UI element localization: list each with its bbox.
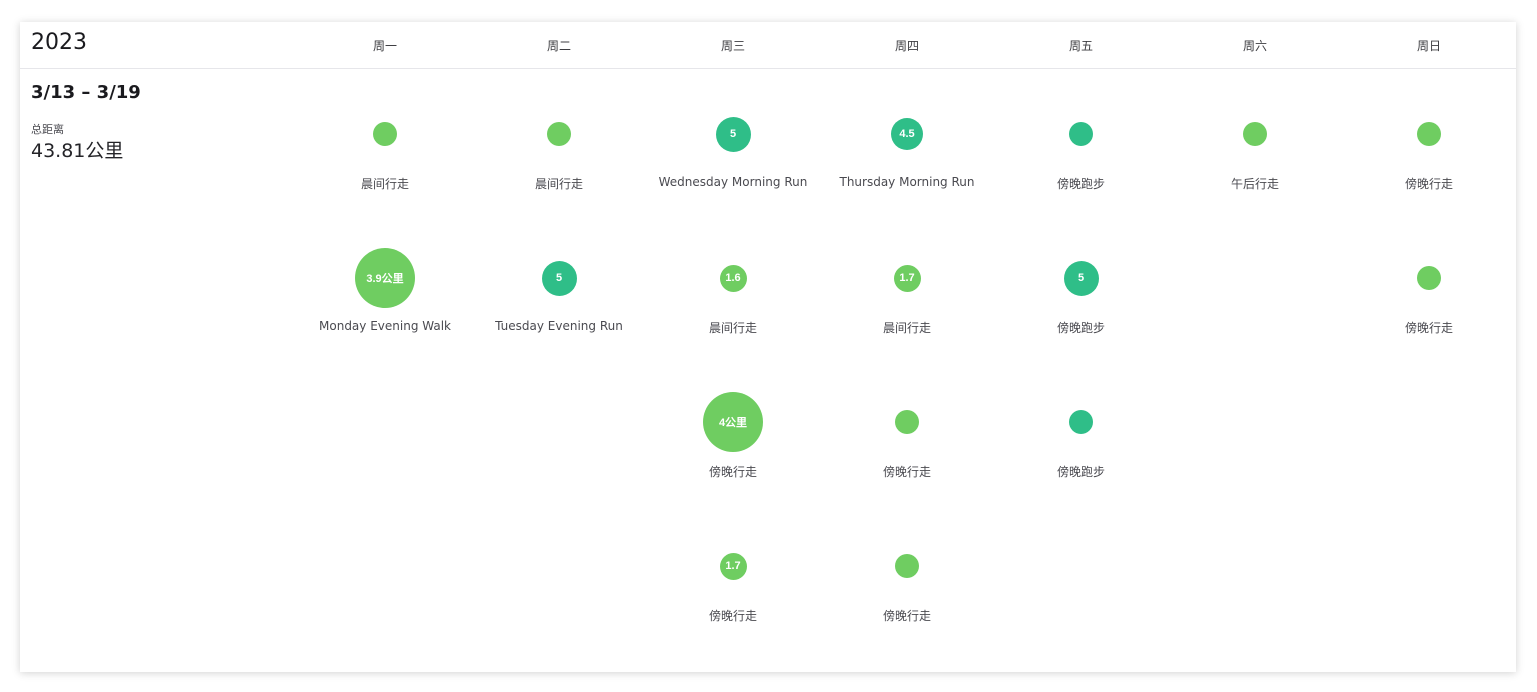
activity-distance-dot[interactable]: 5 bbox=[1063, 260, 1099, 296]
total-distance-label: 总距离 bbox=[31, 123, 64, 136]
activity-distance-dot[interactable] bbox=[373, 122, 397, 146]
activity-item[interactable]: 傍晚行走 bbox=[820, 544, 994, 664]
activity-distance-dot[interactable]: 5 bbox=[541, 260, 577, 296]
activity-label[interactable]: 傍晚行走 bbox=[1342, 175, 1516, 192]
activity-item[interactable]: 午后行走 bbox=[1168, 112, 1342, 232]
day-header-sat: 周六 bbox=[1242, 39, 1267, 53]
activity-label[interactable]: Wednesday Morning Run bbox=[646, 175, 820, 189]
activity-distance-dot[interactable]: 4公里 bbox=[703, 392, 763, 452]
activity-label[interactable]: 晨间行走 bbox=[820, 319, 994, 336]
activity-item[interactable]: 5 Wednesday Morning Run bbox=[646, 112, 820, 232]
activity-label[interactable]: 晨间行走 bbox=[646, 319, 820, 336]
activity-item[interactable]: 4公里傍晚行走 bbox=[646, 392, 820, 520]
activity-distance-dot[interactable]: 1.6 bbox=[719, 264, 747, 292]
year-title: 2023 bbox=[31, 30, 87, 55]
activity-distance-dot[interactable]: 1.7 bbox=[719, 552, 747, 580]
day-header-mon: 周一 bbox=[372, 39, 397, 53]
activity-distance-dot[interactable] bbox=[1243, 122, 1267, 146]
activity-distance-dot[interactable] bbox=[895, 554, 919, 578]
calendar-header: 2023 周一 周二 周三 周四 周五 周六 周日 bbox=[20, 22, 1516, 69]
activity-label[interactable]: 傍晚行走 bbox=[820, 607, 994, 624]
activity-item[interactable]: 5 傍晚跑步 bbox=[994, 256, 1168, 376]
activity-distance-dot[interactable]: 4.5 bbox=[891, 118, 923, 150]
activity-label[interactable]: Thursday Morning Run bbox=[820, 175, 994, 189]
activity-label[interactable]: Tuesday Evening Run bbox=[472, 319, 646, 333]
activity-label[interactable]: 傍晚行走 bbox=[646, 463, 820, 480]
activity-item[interactable]: 傍晚行走 bbox=[1342, 112, 1516, 232]
day-header-fri: 周五 bbox=[1068, 39, 1093, 53]
activity-item[interactable]: 1.7 晨间行走 bbox=[820, 256, 994, 376]
activity-item[interactable]: 1.6 晨间行走 bbox=[646, 256, 820, 376]
activity-label[interactable]: 傍晚跑步 bbox=[994, 319, 1168, 336]
total-distance-value: 43.81公里 bbox=[31, 140, 124, 162]
activity-item[interactable]: 傍晚行走 bbox=[1342, 256, 1516, 376]
activity-distance-dot[interactable] bbox=[1069, 122, 1093, 146]
activity-label[interactable]: Monday Evening Walk bbox=[298, 319, 472, 333]
activity-item[interactable]: 傍晚跑步 bbox=[994, 400, 1168, 520]
activity-distance-dot[interactable] bbox=[1069, 410, 1093, 434]
activity-distance-dot[interactable]: 5 bbox=[715, 116, 751, 152]
day-header-sun: 周日 bbox=[1416, 39, 1441, 53]
activity-item[interactable]: 5 Tuesday Evening Run bbox=[472, 256, 646, 376]
week-range: 3/13 – 3/19 bbox=[31, 82, 141, 103]
activity-item[interactable]: 傍晚行走 bbox=[820, 400, 994, 520]
activity-item[interactable]: 晨间行走 bbox=[298, 112, 472, 232]
activity-distance-dot[interactable]: 1.7 bbox=[893, 264, 921, 292]
activity-label[interactable]: 傍晚行走 bbox=[646, 607, 820, 624]
weekly-activity-calendar: 2023 周一 周二 周三 周四 周五 周六 周日 3/13 – 3/19 总距离 43.8… bbox=[20, 22, 1516, 672]
activity-distance-dot[interactable]: 3.9公里 bbox=[355, 248, 415, 308]
activity-item[interactable]: 3.9公里 Monday Evening Walk bbox=[298, 248, 472, 376]
activity-distance-dot[interactable] bbox=[895, 410, 919, 434]
day-header-tue: 周二 bbox=[546, 39, 571, 53]
activity-label[interactable]: 晨间行走 bbox=[472, 175, 646, 192]
activity-label[interactable]: 晨间行走 bbox=[298, 175, 472, 192]
activity-item[interactable]: 傍晚跑步 bbox=[994, 112, 1168, 232]
activity-distance-dot[interactable] bbox=[1417, 266, 1441, 290]
activity-distance-dot[interactable] bbox=[1417, 122, 1441, 146]
activity-label[interactable]: 傍晚跑步 bbox=[994, 463, 1168, 480]
activity-item[interactable]: 晨间行走 bbox=[472, 112, 646, 232]
day-header-wed: 周三 bbox=[720, 39, 745, 53]
activity-label[interactable]: 午后行走 bbox=[1168, 175, 1342, 192]
activity-label[interactable]: 傍晚跑步 bbox=[994, 175, 1168, 192]
activity-label[interactable]: 傍晚行走 bbox=[1342, 319, 1516, 336]
day-header-thu: 周四 bbox=[894, 39, 919, 53]
activity-item[interactable]: 1.7 傍晚行走 bbox=[646, 544, 820, 664]
activity-item[interactable]: 4.5 Thursday Morning Run bbox=[820, 112, 994, 232]
activity-label[interactable]: 傍晚行走 bbox=[820, 463, 994, 480]
activity-distance-dot[interactable] bbox=[547, 122, 571, 146]
